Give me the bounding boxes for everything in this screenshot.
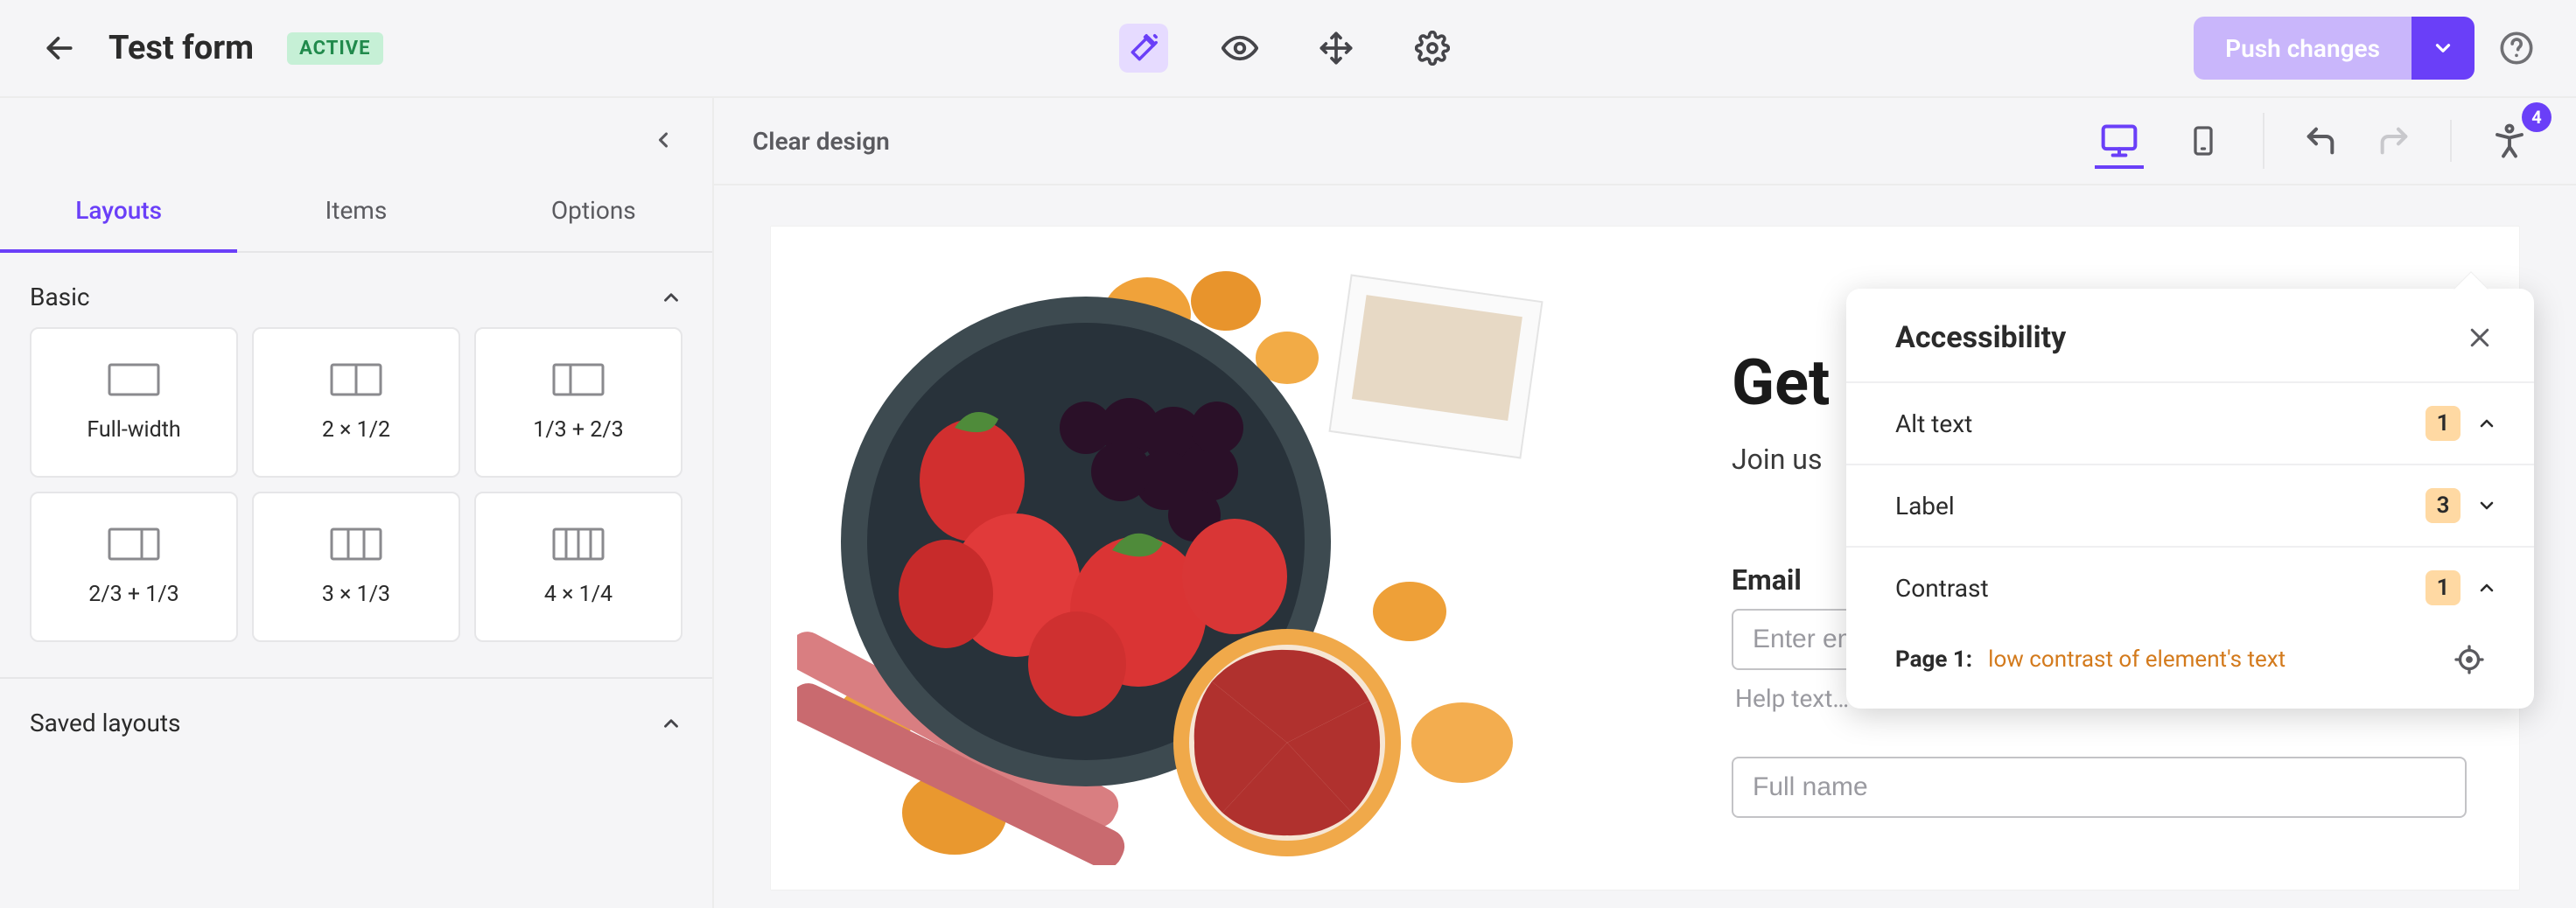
preview-image bbox=[797, 253, 1676, 865]
fullname-input[interactable] bbox=[1732, 757, 2467, 818]
layout-label: 1/3 + 2/3 bbox=[533, 417, 623, 443]
a11y-row-label: Contrast bbox=[1895, 574, 1989, 603]
mobile-icon bbox=[2188, 122, 2219, 160]
chevron-up-icon bbox=[2476, 413, 2497, 434]
canvas-image-column[interactable] bbox=[771, 227, 1702, 890]
undo-icon bbox=[2303, 123, 2338, 158]
a11y-count-badge: 3 bbox=[2426, 488, 2460, 523]
layout-13-23-icon bbox=[552, 363, 605, 396]
clear-design-button[interactable]: Clear design bbox=[752, 127, 890, 156]
header-center-tools bbox=[1119, 24, 1457, 73]
help-button[interactable] bbox=[2492, 24, 2541, 73]
app-header: Test form ACTIVE Push changes bbox=[0, 0, 2576, 98]
layout-23-13[interactable]: 2/3 + 1/3 bbox=[30, 492, 238, 642]
layout-label: 2/3 + 1/3 bbox=[88, 582, 178, 607]
settings-button[interactable] bbox=[1408, 24, 1457, 73]
eye-icon bbox=[1222, 30, 1258, 66]
preview-button[interactable] bbox=[1215, 24, 1264, 73]
layout-label: 2 × 1/2 bbox=[322, 417, 390, 443]
arrow-left-icon bbox=[43, 31, 76, 65]
section-basic: Basic Full-width 2 × 1/2 1/3 + 2/3 bbox=[0, 253, 712, 665]
chevron-up-icon bbox=[660, 712, 682, 735]
a11y-issue-message: low contrast of element's text bbox=[1988, 646, 2438, 673]
collapse-sidebar-button[interactable] bbox=[646, 122, 681, 157]
push-changes-dropdown[interactable] bbox=[2412, 17, 2474, 80]
magic-wand-icon bbox=[1127, 31, 1160, 65]
chevron-down-icon bbox=[2476, 495, 2497, 516]
a11y-row-contrast[interactable]: Contrast 1 bbox=[1846, 546, 2534, 628]
layout-23-13-icon bbox=[108, 527, 160, 561]
status-badge: ACTIVE bbox=[287, 32, 383, 65]
a11y-row-label: Label bbox=[1895, 492, 1955, 520]
layout-label: Full-width bbox=[87, 417, 180, 443]
push-changes-button[interactable]: Push changes bbox=[2194, 17, 2412, 80]
tab-options[interactable]: Options bbox=[475, 180, 712, 251]
a11y-issue-row[interactable]: Page 1: low contrast of element's text bbox=[1846, 628, 2534, 675]
undo-button[interactable] bbox=[2300, 120, 2342, 162]
layout-label: 3 × 1/3 bbox=[322, 582, 390, 607]
layout-full-width[interactable]: Full-width bbox=[30, 327, 238, 478]
magic-tool-button[interactable] bbox=[1119, 24, 1168, 73]
tab-layouts[interactable]: Layouts bbox=[0, 180, 237, 253]
desktop-icon bbox=[2100, 122, 2138, 160]
move-icon bbox=[1319, 31, 1354, 66]
section-basic-header[interactable]: Basic bbox=[30, 276, 682, 327]
main-area: Clear design bbox=[714, 98, 2576, 908]
chevron-up-icon bbox=[2476, 577, 2497, 598]
section-saved: Saved layouts bbox=[0, 677, 712, 776]
page-title: Test form bbox=[108, 29, 254, 67]
help-icon bbox=[2499, 31, 2534, 66]
a11y-issue-page: Page 1: bbox=[1895, 646, 1972, 673]
layout-grid: Full-width 2 × 1/2 1/3 + 2/3 2/3 + 1/3 3… bbox=[30, 327, 682, 642]
layout-3x13[interactable]: 3 × 1/3 bbox=[252, 492, 460, 642]
undo-redo-group bbox=[2264, 120, 2452, 162]
section-basic-title: Basic bbox=[30, 283, 90, 311]
layout-half-icon bbox=[330, 363, 382, 396]
accessibility-panel: Accessibility Alt text 1 Label 3 bbox=[1846, 289, 2534, 709]
target-icon bbox=[2454, 644, 2485, 675]
chevron-left-icon bbox=[651, 128, 676, 152]
device-group bbox=[2095, 113, 2264, 169]
canvas-toolbar: Clear design bbox=[714, 98, 2576, 185]
a11y-count-badge: 1 bbox=[2426, 406, 2460, 441]
left-sidebar: Layouts Items Options Basic Full-width 2… bbox=[0, 98, 714, 908]
layout-full-icon bbox=[108, 363, 160, 396]
push-changes-group: Push changes bbox=[2194, 17, 2474, 80]
a11y-row-label[interactable]: Label 3 bbox=[1846, 464, 2534, 546]
device-mobile-button[interactable] bbox=[2179, 113, 2228, 169]
a11y-row-alt-text[interactable]: Alt text 1 bbox=[1846, 381, 2534, 464]
layout-thirds-icon bbox=[330, 527, 382, 561]
layout-13-23[interactable]: 1/3 + 2/3 bbox=[474, 327, 682, 478]
a11y-row-label: Alt text bbox=[1895, 409, 1972, 438]
layout-label: 4 × 1/4 bbox=[544, 582, 612, 607]
accessibility-button[interactable]: 4 bbox=[2482, 113, 2538, 169]
redo-icon bbox=[2376, 123, 2412, 158]
chevron-down-icon bbox=[2432, 37, 2454, 59]
tab-items[interactable]: Items bbox=[237, 180, 474, 251]
chevron-up-icon bbox=[660, 286, 682, 309]
a11y-count-badge: 1 bbox=[2426, 570, 2460, 605]
device-desktop-button[interactable] bbox=[2095, 113, 2144, 169]
header-left: Test form ACTIVE bbox=[35, 24, 383, 73]
move-tool-button[interactable] bbox=[1312, 24, 1361, 73]
accessibility-close-button[interactable] bbox=[2460, 318, 2499, 357]
redo-button[interactable] bbox=[2373, 120, 2415, 162]
section-saved-title: Saved layouts bbox=[30, 709, 181, 737]
canvas-toolbar-right: 4 bbox=[2095, 113, 2538, 169]
section-saved-header[interactable]: Saved layouts bbox=[30, 702, 682, 753]
app-body: Layouts Items Options Basic Full-width 2… bbox=[0, 98, 2576, 908]
close-icon bbox=[2467, 325, 2493, 351]
layout-4x14[interactable]: 4 × 1/4 bbox=[474, 492, 682, 642]
accessibility-icon bbox=[2491, 122, 2528, 159]
accessibility-header: Accessibility bbox=[1846, 289, 2534, 381]
gear-icon bbox=[1415, 31, 1450, 66]
sidebar-tabs: Layouts Items Options bbox=[0, 180, 712, 253]
accessibility-count-badge: 4 bbox=[2522, 102, 2552, 132]
locate-issue-button[interactable] bbox=[2454, 644, 2485, 675]
layout-2x12[interactable]: 2 × 1/2 bbox=[252, 327, 460, 478]
layout-quarters-icon bbox=[552, 527, 605, 561]
accessibility-title: Accessibility bbox=[1895, 320, 2066, 355]
header-right: Push changes bbox=[2194, 17, 2541, 80]
back-button[interactable] bbox=[35, 24, 84, 73]
